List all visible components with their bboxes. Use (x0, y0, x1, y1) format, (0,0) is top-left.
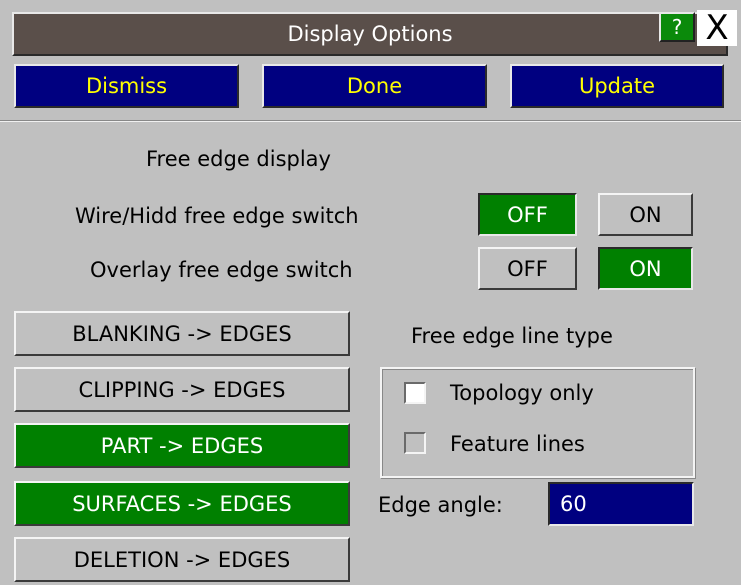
free-edge-heading: Free edge display (146, 147, 331, 171)
edge-angle-label: Edge angle: (378, 493, 503, 517)
clipping-edges-button[interactable]: CLIPPING -> EDGES (14, 367, 350, 412)
window-title: Display Options (287, 22, 453, 46)
deletion-edges-button[interactable]: DELETION -> EDGES (14, 537, 350, 582)
surfaces-edges-button[interactable]: SURFACES -> EDGES (14, 481, 350, 526)
help-button[interactable]: ? (659, 12, 695, 42)
part-edges-button[interactable]: PART -> EDGES (14, 423, 350, 468)
done-button[interactable]: Done (262, 64, 487, 108)
overlay-on-button[interactable]: ON (598, 247, 693, 290)
overlay-off-button[interactable]: OFF (478, 247, 577, 290)
wire-hidd-off-button[interactable]: OFF (478, 193, 577, 236)
feature-lines-label: Feature lines (450, 432, 585, 456)
blanking-edges-button[interactable]: BLANKING -> EDGES (14, 311, 350, 356)
wire-hidd-on-button[interactable]: ON (598, 193, 693, 236)
dismiss-button[interactable]: Dismiss (14, 64, 239, 108)
overlay-label: Overlay free edge switch (90, 258, 353, 282)
close-button[interactable]: X (697, 10, 737, 46)
separator (0, 120, 741, 122)
edge-angle-input[interactable]: 60 (548, 482, 694, 526)
topology-only-label: Topology only (450, 381, 594, 405)
wire-hidd-label: Wire/Hidd free edge switch (75, 204, 359, 228)
topology-only-checkbox[interactable] (404, 382, 426, 404)
feature-lines-checkbox[interactable] (404, 432, 426, 454)
close-icon: X (705, 8, 729, 48)
update-button[interactable]: Update (510, 64, 724, 108)
line-type-heading: Free edge line type (411, 324, 613, 348)
